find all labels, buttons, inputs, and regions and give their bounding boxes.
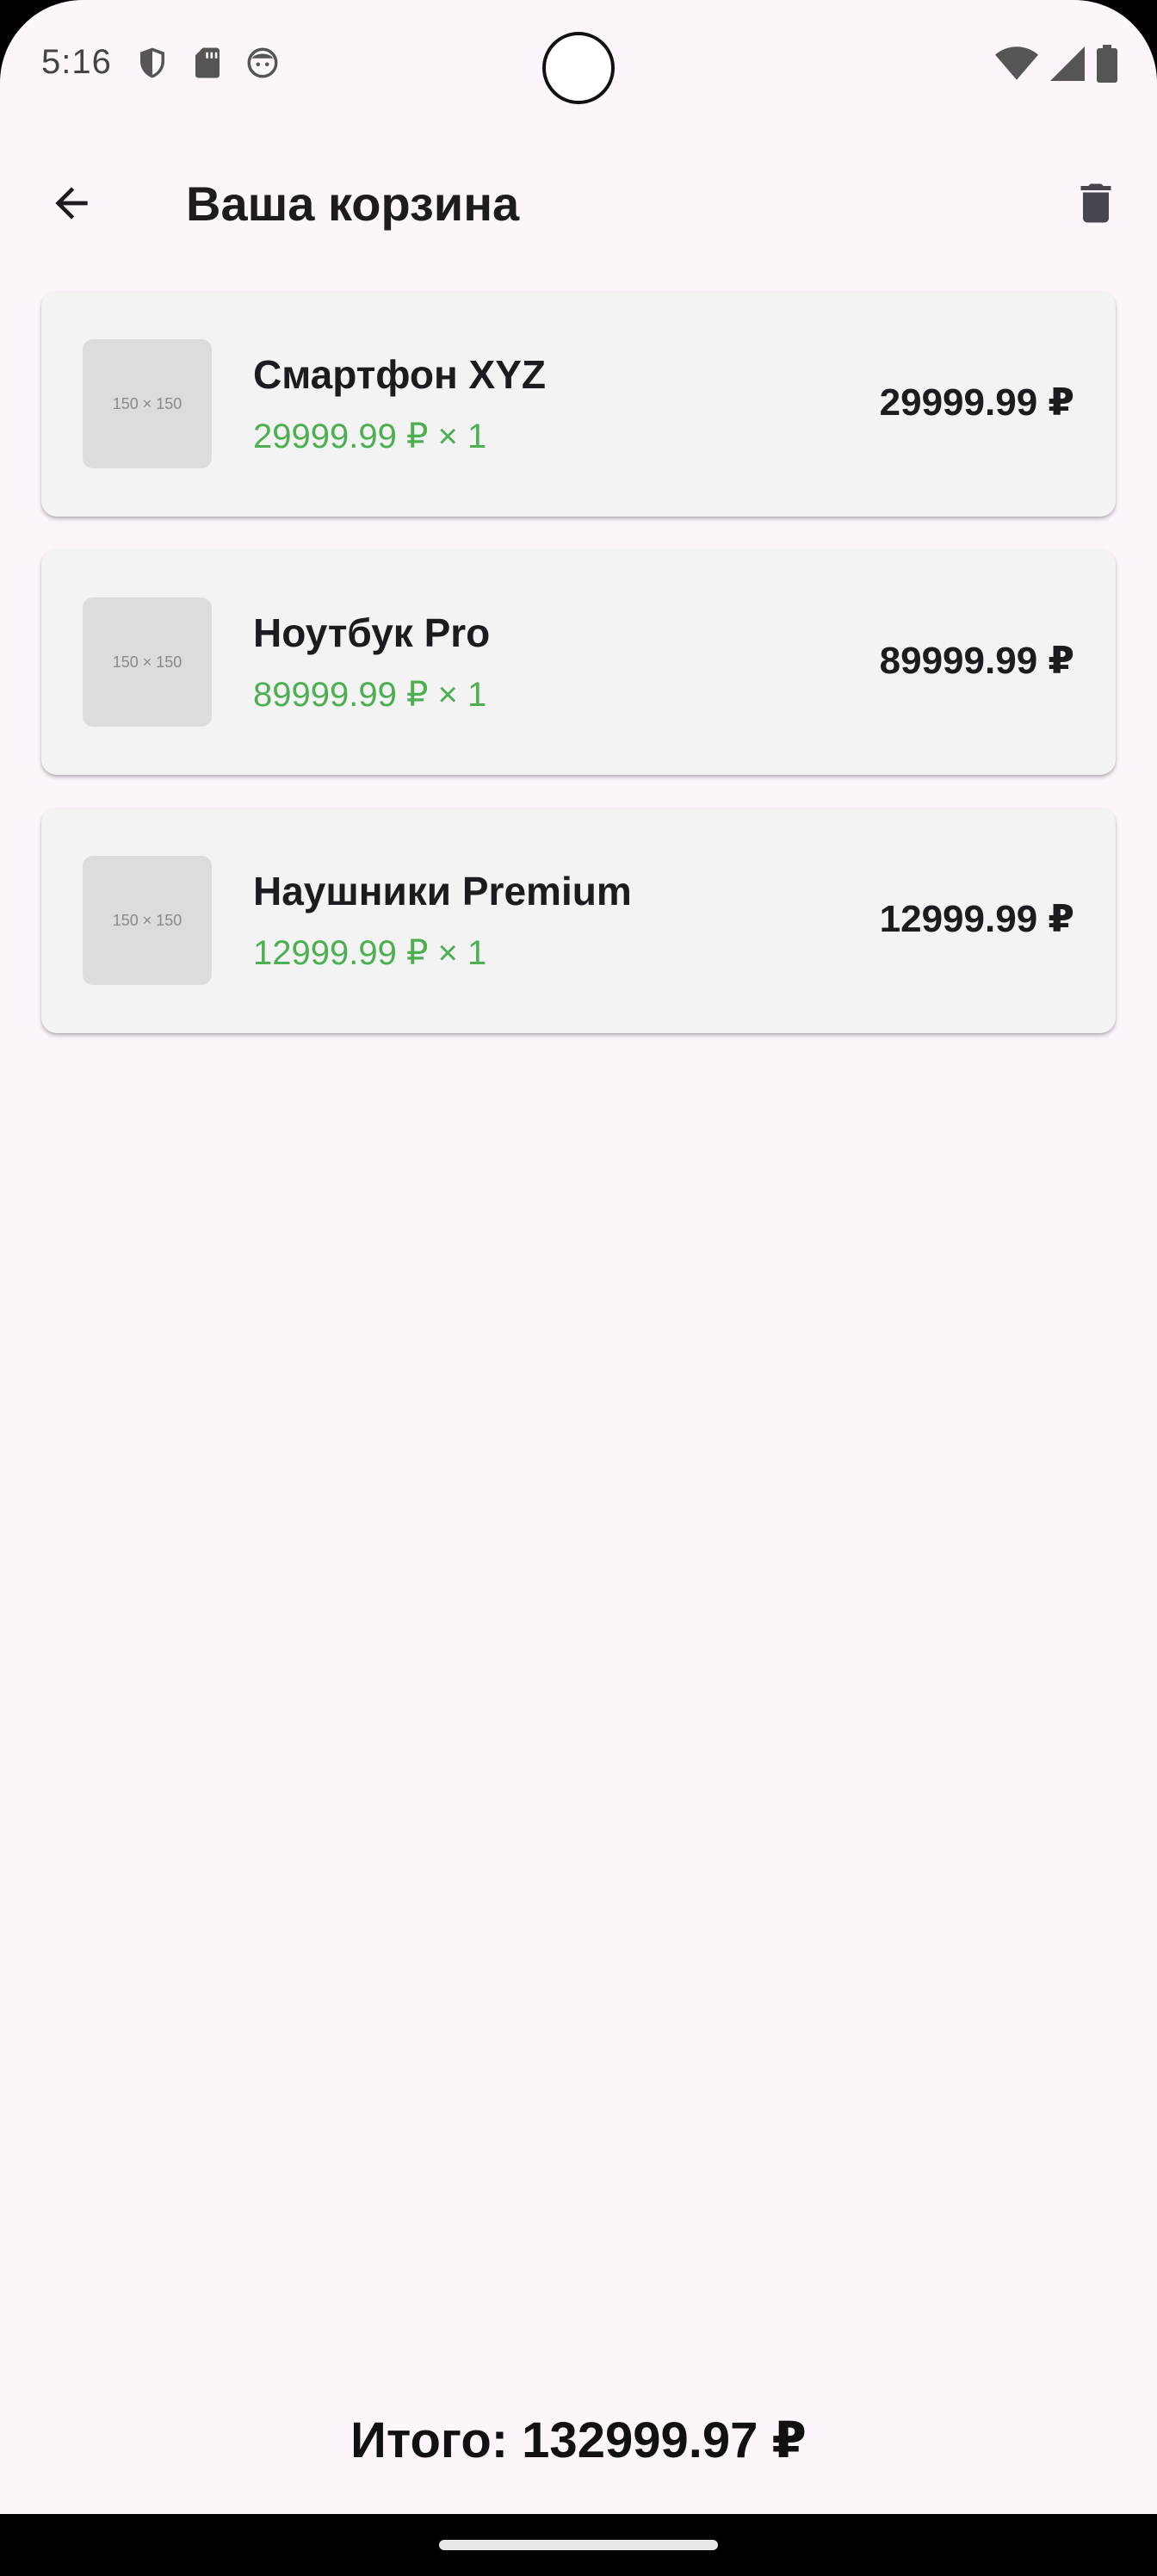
clear-cart-button[interactable] (1059, 168, 1133, 242)
sd-card-icon (189, 45, 226, 85)
image-size-label: 150 × 150 (112, 911, 183, 929)
shield-icon (134, 45, 170, 85)
cart-item[interactable]: 150 × 150 Смартфон XYZ 29999.99 ₽ × 1 29… (41, 291, 1116, 517)
item-total: 29999.99 ₽ (879, 381, 1074, 424)
status-bar: 5:16 (0, 0, 1157, 129)
cart-item[interactable]: 150 × 150 Ноутбук Pro 89999.99 ₽ × 1 899… (41, 549, 1116, 775)
image-size-label: 150 × 150 (112, 394, 183, 412)
cart-grand-total: Итого: 132999.97 ₽ (350, 2412, 807, 2468)
face-icon (244, 45, 281, 85)
home-indicator[interactable] (439, 2540, 718, 2550)
product-price-quantity: 12999.99 ₽ × 1 (253, 934, 487, 972)
status-icons-right (995, 45, 1117, 87)
product-name: Наушники Premium (253, 869, 632, 913)
camera-cutout (542, 32, 615, 104)
page-title: Ваша корзина (186, 176, 520, 231)
back-button[interactable] (34, 168, 108, 242)
product-image-placeholder: 150 × 150 (83, 598, 212, 727)
trash-icon (1070, 177, 1122, 233)
wifi-icon (995, 45, 1038, 87)
status-time: 5:16 (41, 43, 112, 81)
cart-item[interactable]: 150 × 150 Наушники Premium 12999.99 ₽ × … (41, 808, 1116, 1033)
product-price-quantity: 89999.99 ₽ × 1 (253, 676, 487, 714)
battery-icon (1097, 45, 1117, 87)
app-screen: 5:16 Ваша корзина 150 × 150 Смартфон XYZ… (0, 0, 1157, 2576)
top-app-bar: Ваша корзина (0, 155, 1157, 250)
item-total: 12999.99 ₽ (879, 898, 1074, 940)
product-name: Смартфон XYZ (253, 352, 547, 397)
item-total: 89999.99 ₽ (879, 640, 1074, 682)
product-image-placeholder: 150 × 150 (83, 856, 212, 985)
product-image-placeholder: 150 × 150 (83, 339, 212, 468)
product-name: Ноутбук Pro (253, 610, 491, 655)
cart-list: 150 × 150 Смартфон XYZ 29999.99 ₽ × 1 29… (41, 291, 1116, 1066)
status-icons-left (134, 45, 281, 85)
arrow-back-icon (47, 179, 96, 232)
image-size-label: 150 × 150 (112, 653, 183, 671)
product-price-quantity: 29999.99 ₽ × 1 (253, 418, 487, 455)
cellular-signal-icon (1050, 45, 1085, 87)
